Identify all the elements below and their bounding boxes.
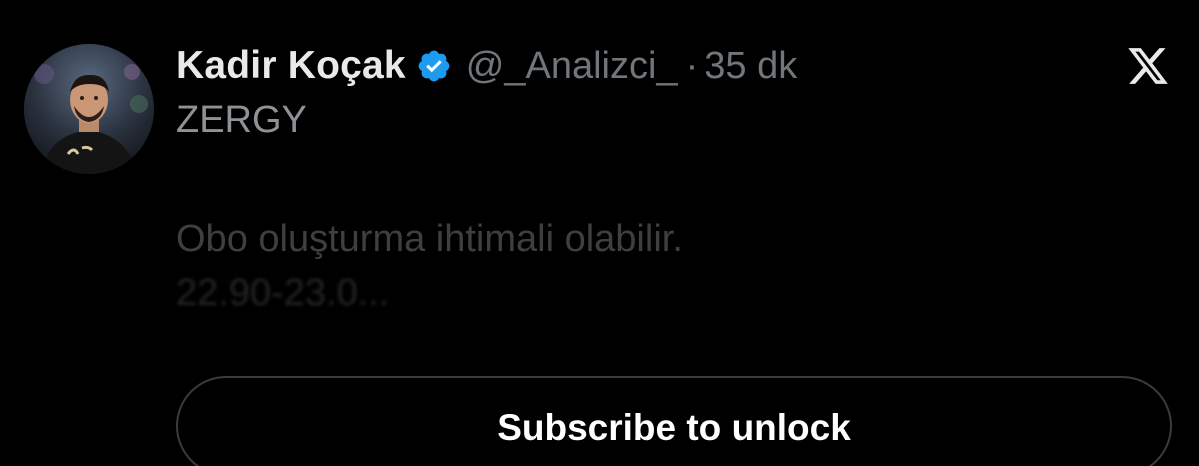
verified-badge-icon bbox=[416, 48, 452, 84]
avatar-photo bbox=[24, 44, 154, 174]
tweet-header: Kadir Koçak @_Analizci_ · 35 dk bbox=[176, 40, 1159, 92]
separator-dot: · bbox=[685, 44, 699, 87]
author-name[interactable]: Kadir Koçak bbox=[176, 44, 406, 88]
avatar[interactable] bbox=[24, 44, 154, 174]
subscribe-button[interactable]: Subscribe to unlock bbox=[176, 376, 1172, 466]
locked-text-line: Obo oluşturma ihtimali olabilir. bbox=[176, 218, 683, 260]
tweet-card: Kadir Koçak @_Analizci_ · 35 dk ZERGY Ob… bbox=[0, 0, 1199, 466]
locked-text-line-blurred: 22.90-23.0... bbox=[176, 272, 390, 314]
author-handle[interactable]: @_Analizci_ bbox=[466, 45, 678, 88]
tweet-timestamp[interactable]: 35 dk bbox=[704, 45, 797, 88]
locked-preview: Obo oluşturma ihtimali olabilir. 22.90-2… bbox=[176, 212, 1076, 320]
tweet-content: Kadir Koçak @_Analizci_ · 35 dk ZERGY bbox=[176, 40, 1159, 144]
tweet-title: ZERGY bbox=[176, 99, 307, 141]
x-logo-icon[interactable] bbox=[1125, 44, 1171, 88]
